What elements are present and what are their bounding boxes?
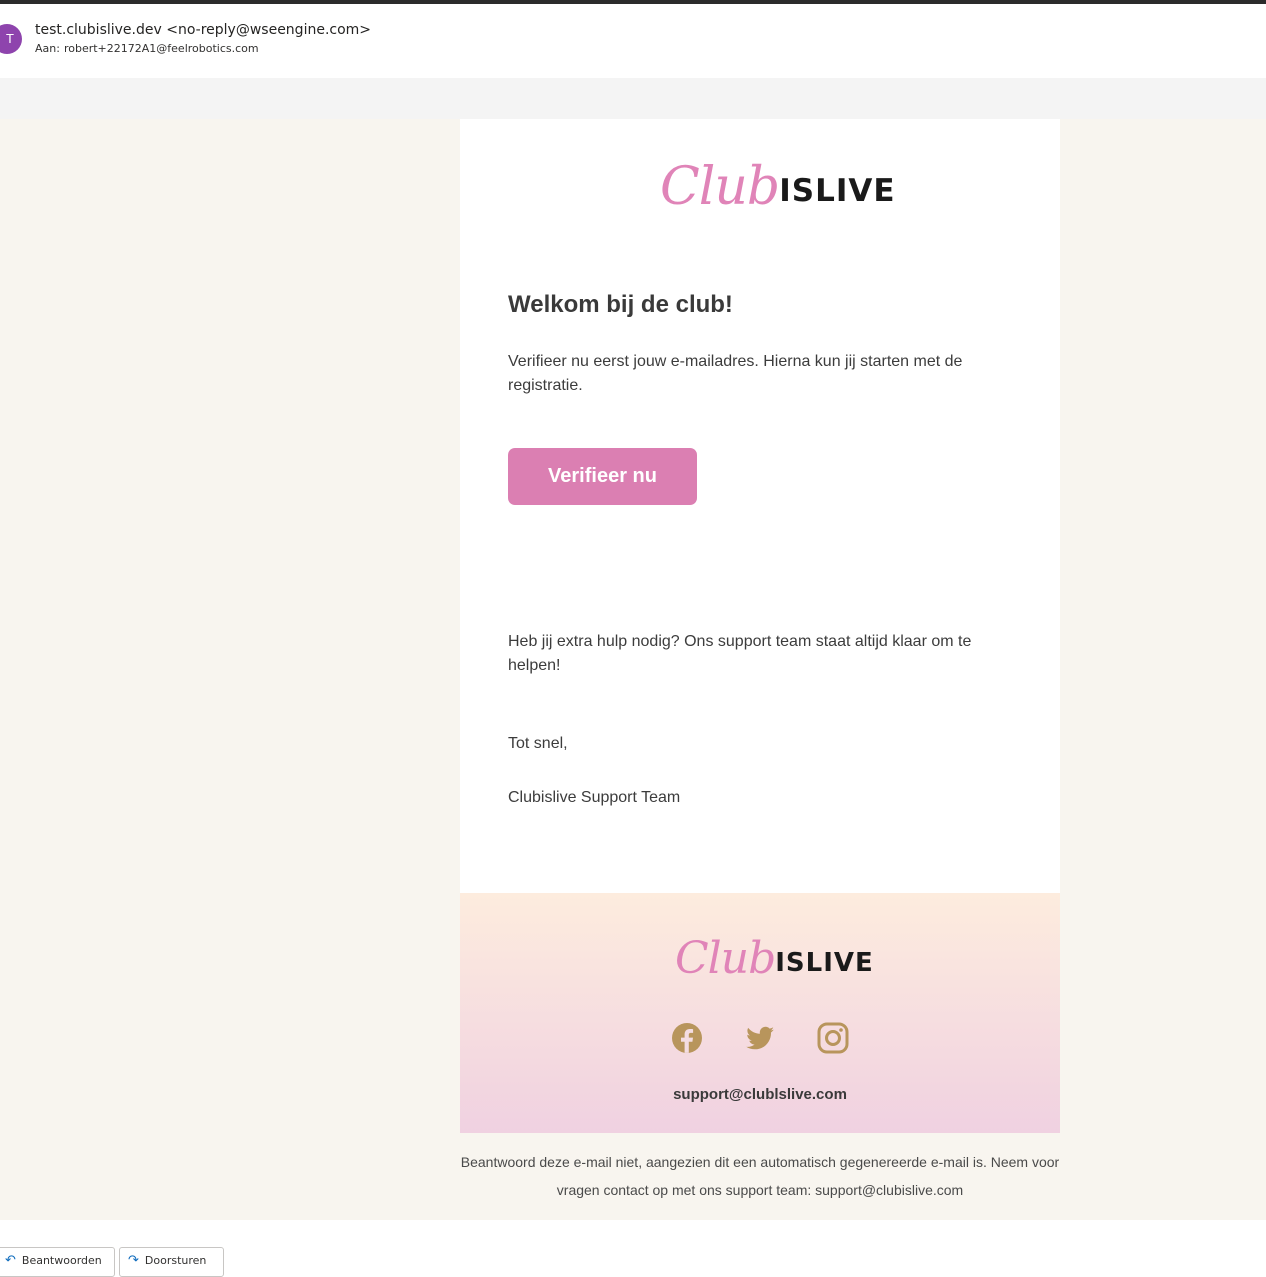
facebook-icon[interactable]: [670, 1021, 704, 1055]
logo-bold-text: ISLIVE: [779, 173, 896, 209]
forward-button[interactable]: ↷ Doorsturen: [119, 1247, 224, 1277]
sender-avatar[interactable]: T: [0, 24, 22, 54]
help-text: Heb jij extra hulp nodig? Ons support te…: [508, 633, 972, 674]
logo-script-text: Club: [660, 157, 780, 217]
reply-button[interactable]: ↶ Beantwoorden: [0, 1247, 115, 1277]
to-label: Aan:: [35, 42, 60, 55]
email-title: Welkom bij de club!: [508, 291, 733, 318]
email-card: ClubISLIVE Welkom bij de club! Verifieer…: [460, 119, 1060, 893]
signature-text: Clubislive Support Team: [508, 789, 681, 806]
instagram-icon[interactable]: [816, 1021, 850, 1055]
closing-text: Tot snel,: [508, 735, 568, 752]
email-top-spacer: [0, 78, 1266, 119]
footer-logo-bold: ISLIVE: [775, 948, 874, 978]
to-address[interactable]: robert+22172A1@feelrobotics.com: [64, 42, 259, 55]
intro-text: Verifieer nu eerst jouw e-mailadres. Hie…: [508, 353, 963, 394]
email-header: T test.clubislive.dev <no-reply@wseengin…: [0, 4, 1266, 78]
clubislive-logo: ClubISLIVE: [660, 157, 896, 217]
twitter-icon[interactable]: [743, 1021, 777, 1055]
verify-button[interactable]: Verifieer nu: [508, 448, 697, 505]
forward-label: Doorsturen: [144, 1254, 207, 1267]
sender-line[interactable]: test.clubislive.dev <no-reply@wseengine.…: [35, 22, 371, 38]
footer-logo-script: Club: [675, 933, 776, 984]
reply-label: Beantwoorden: [21, 1254, 102, 1267]
disclaimer-text: Beantwoord deze e-mail niet, aangezien d…: [460, 1154, 1060, 1198]
footer-logo: ClubISLIVE: [675, 933, 874, 984]
support-email-link[interactable]: support@clublslive.com: [460, 1086, 1060, 1103]
email-footer: ClubISLIVE support@clublslive.com: [460, 893, 1060, 1133]
recipient-line: Aan: robert+22172A1@feelrobotics.com: [35, 42, 259, 55]
